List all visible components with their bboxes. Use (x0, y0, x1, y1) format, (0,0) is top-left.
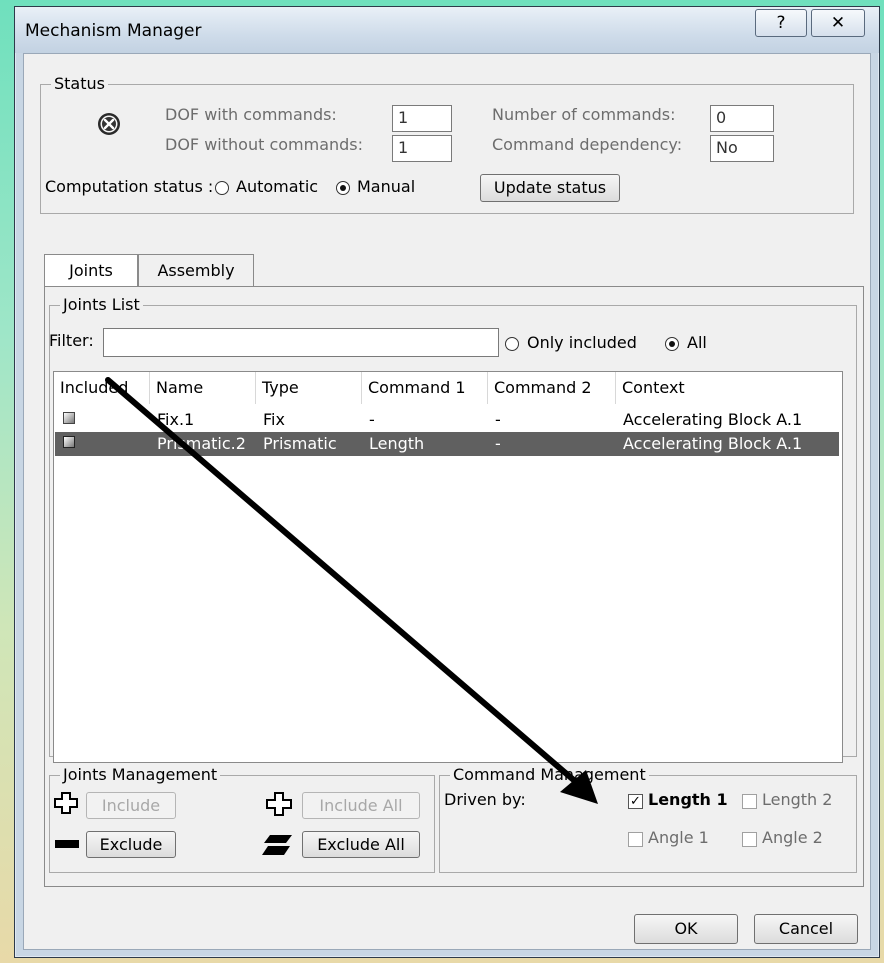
dof-without-field: 1 (392, 135, 452, 162)
length1-label[interactable]: Length 1 (648, 790, 728, 809)
row-command-2: - (495, 434, 501, 453)
dialog-body: Status DOF with commands: 1 DOF without … (23, 53, 871, 950)
col-included[interactable]: Included (54, 372, 150, 404)
driven-by-label: Driven by: (444, 790, 526, 809)
included-icon (63, 436, 75, 448)
close-button[interactable]: ✕ (811, 9, 865, 37)
length2-label[interactable]: Length 2 (762, 790, 832, 809)
col-command-2[interactable]: Command 2 (488, 372, 616, 404)
include-button[interactable]: Include (86, 792, 176, 819)
status-group: Status DOF with commands: 1 DOF without … (40, 74, 854, 214)
row-command-2: - (495, 410, 501, 429)
title-bar[interactable]: Mechanism Manager ? ✕ (15, 7, 879, 53)
help-button[interactable]: ? (755, 9, 807, 37)
only-included-label[interactable]: Only included (527, 333, 637, 352)
minus-icon (55, 840, 79, 848)
col-command-1[interactable]: Command 1 (362, 372, 488, 404)
minus-all-icon (262, 835, 292, 855)
row-context: Accelerating Block A.1 (623, 410, 803, 429)
exclude-all-button[interactable]: Exclude All (302, 831, 420, 858)
length1-checkbox[interactable]: ✓ (628, 794, 643, 809)
col-name[interactable]: Name (150, 372, 256, 404)
filter-input[interactable] (103, 328, 499, 357)
computation-status-label: Computation status : (45, 177, 214, 196)
row-context: Accelerating Block A.1 (623, 434, 803, 453)
row-type: Fix (263, 410, 285, 429)
col-context[interactable]: Context (616, 372, 842, 404)
num-commands-label: Number of commands: (492, 105, 676, 124)
plus-all-icon (266, 792, 292, 816)
automatic-label[interactable]: Automatic (236, 177, 318, 196)
ok-button[interactable]: OK (634, 914, 738, 944)
command-management-legend: Command Management (450, 765, 649, 784)
num-commands-field: 0 (710, 105, 774, 132)
table-row[interactable]: Fix.1 Fix - - Accelerating Block A.1 (55, 408, 839, 432)
length2-checkbox[interactable] (742, 794, 757, 809)
filter-label: Filter: (49, 331, 94, 350)
plus-icon (54, 792, 78, 814)
row-type: Prismatic (263, 434, 337, 453)
joints-table: Included Name Type Command 1 Command 2 C… (53, 371, 843, 763)
status-legend: Status (51, 74, 108, 93)
joints-list-legend: Joints List (60, 295, 143, 314)
command-management-group: Command Management Driven by: ✓ Length 1… (439, 765, 857, 873)
dof-without-label: DOF without commands: (165, 135, 364, 154)
manual-label[interactable]: Manual (357, 177, 415, 196)
cmd-dep-field: No (710, 135, 774, 162)
all-label[interactable]: All (687, 333, 707, 352)
window-title: Mechanism Manager (25, 21, 202, 41)
col-type[interactable]: Type (256, 372, 362, 404)
row-command-1: Length (369, 434, 425, 453)
angle1-checkbox[interactable] (628, 832, 643, 847)
manual-radio[interactable] (336, 181, 350, 195)
cmd-dep-label: Command dependency: (492, 135, 683, 154)
automatic-radio[interactable] (215, 181, 229, 195)
row-name: Fix.1 (157, 410, 195, 429)
angle2-label[interactable]: Angle 2 (762, 828, 823, 847)
tab-joints[interactable]: Joints (44, 254, 138, 286)
update-status-button[interactable]: Update status (480, 174, 620, 202)
only-included-radio[interactable] (505, 337, 519, 351)
angle1-label[interactable]: Angle 1 (648, 828, 709, 847)
include-all-button[interactable]: Include All (302, 792, 420, 819)
joints-tab-panel: Joints List Filter: Only included All In… (44, 286, 864, 887)
row-name: Prismatic.2 (157, 434, 246, 453)
tab-assembly[interactable]: Assembly (138, 254, 254, 286)
all-radio[interactable] (665, 337, 679, 351)
error-icon (98, 113, 120, 135)
joints-management-legend: Joints Management (60, 765, 221, 784)
exclude-button[interactable]: Exclude (86, 831, 176, 858)
cancel-button[interactable]: Cancel (754, 914, 858, 944)
row-command-1: - (369, 410, 375, 429)
table-row[interactable]: Prismatic.2 Prismatic Length - Accelerat… (55, 432, 839, 456)
angle2-checkbox[interactable] (742, 832, 757, 847)
dof-with-field: 1 (392, 105, 452, 132)
dof-with-label: DOF with commands: (165, 105, 337, 124)
mechanism-manager-window: Mechanism Manager ? ✕ Status DOF with co… (14, 6, 880, 958)
joints-management-group: Joints Management Include Include All Ex… (49, 765, 435, 873)
included-icon (63, 412, 75, 424)
